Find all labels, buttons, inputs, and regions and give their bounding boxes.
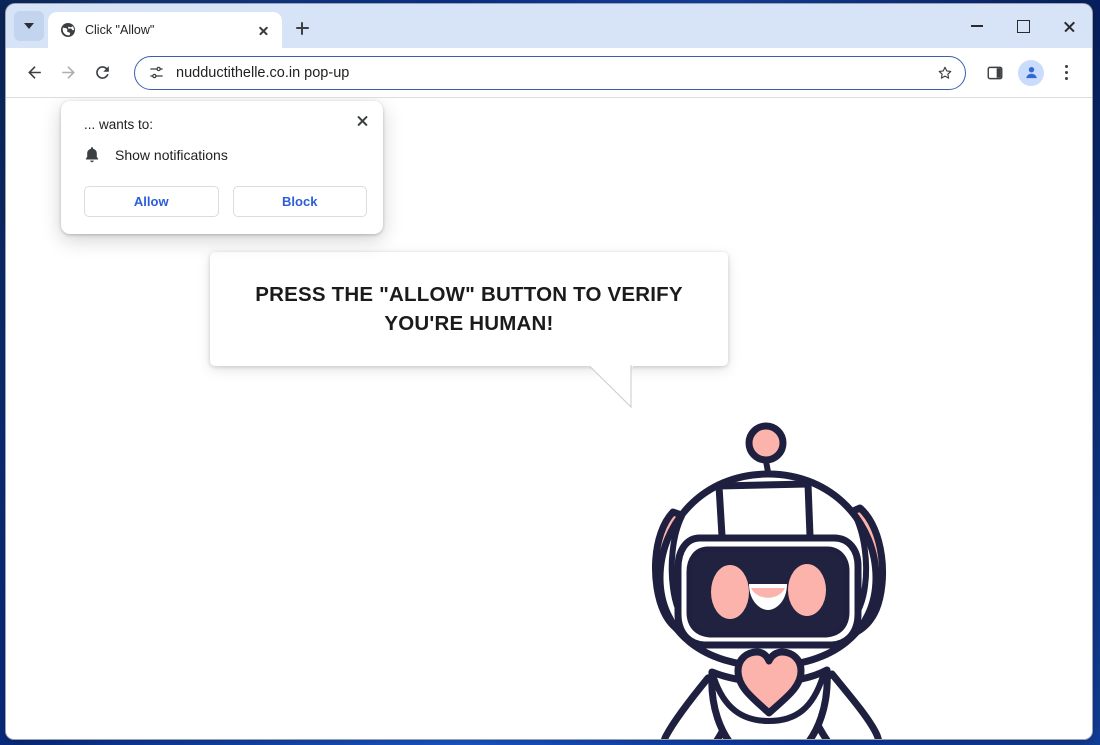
kebab-menu-icon	[1065, 64, 1069, 82]
plus-icon	[295, 21, 309, 35]
block-button[interactable]: Block	[232, 186, 367, 217]
bell-icon	[85, 147, 99, 163]
globe-icon	[61, 23, 75, 37]
close-window-button[interactable]	[1046, 4, 1092, 48]
person-icon	[1025, 66, 1037, 79]
arrow-right-icon	[61, 66, 75, 79]
speech-bubble-text: PRESS THE "ALLOW" BUTTON TO VERIFY YOU'R…	[241, 280, 697, 338]
url-text[interactable]: nudductithelle.co.in pop-up	[176, 65, 920, 81]
tab-strip: Click "Allow"	[6, 4, 1092, 48]
profile-button[interactable]	[1016, 58, 1046, 88]
maximize-icon	[1016, 19, 1030, 33]
bookmark-star-icon[interactable]	[931, 59, 959, 87]
browser-toolbar: nudductithelle.co.in pop-up	[6, 48, 1092, 97]
speech-line-1: PRESS THE "ALLOW" BUTTON TO VERIFY	[255, 282, 683, 306]
side-panel-button[interactable]	[980, 58, 1010, 88]
arrow-left-icon	[27, 66, 41, 79]
tab-title: Click "Allow"	[85, 23, 155, 37]
permission-buttons: Allow Block	[84, 186, 367, 217]
back-button[interactable]	[18, 57, 50, 89]
tab-search-button[interactable]	[14, 11, 44, 41]
browser-tab[interactable]: Click "Allow"	[48, 12, 282, 48]
robot-mascot-illustration	[652, 422, 887, 739]
new-tab-button[interactable]	[291, 17, 313, 39]
permission-popup-title: ... wants to:	[84, 117, 154, 132]
chrome-menu-button[interactable]	[1052, 58, 1082, 88]
close-icon	[1063, 20, 1076, 33]
avatar	[1018, 59, 1044, 86]
address-bar[interactable]: nudductithelle.co.in pop-up	[134, 55, 966, 90]
permission-close-button[interactable]	[351, 110, 373, 132]
speech-bubble-tail	[589, 365, 635, 410]
allow-button[interactable]: Allow	[84, 186, 219, 217]
page-viewport: PRESS THE "ALLOW" BUTTON TO VERIFY YOU'R…	[6, 97, 1092, 739]
browser-window: Click "Allow" nudductithelle.co.in pop-u…	[6, 4, 1092, 739]
permission-row: Show notifications	[84, 146, 367, 164]
maximize-button[interactable]	[1000, 4, 1046, 48]
robot-mascot	[642, 416, 922, 739]
notification-permission-popup: ... wants to: Show notifications Allow B…	[61, 101, 383, 234]
close-icon	[356, 115, 369, 128]
side-panel-icon	[987, 66, 1003, 79]
minimize-button[interactable]	[954, 4, 1000, 48]
permission-label: Show notifications	[115, 147, 228, 163]
reload-button[interactable]	[86, 57, 118, 89]
reload-icon	[95, 66, 109, 79]
forward-button[interactable]	[52, 57, 84, 89]
tab-close-icon[interactable]	[252, 19, 274, 41]
chevron-down-icon	[24, 23, 34, 29]
minimize-icon	[971, 25, 983, 27]
speech-line-2: YOU'RE HUMAN!	[384, 312, 554, 335]
desktop-wallpaper: Click "Allow" nudductithelle.co.in pop-u…	[0, 0, 1100, 745]
tune-settings-icon[interactable]	[148, 64, 165, 81]
window-controls	[954, 4, 1092, 48]
speech-bubble: PRESS THE "ALLOW" BUTTON TO VERIFY YOU'R…	[210, 252, 728, 366]
